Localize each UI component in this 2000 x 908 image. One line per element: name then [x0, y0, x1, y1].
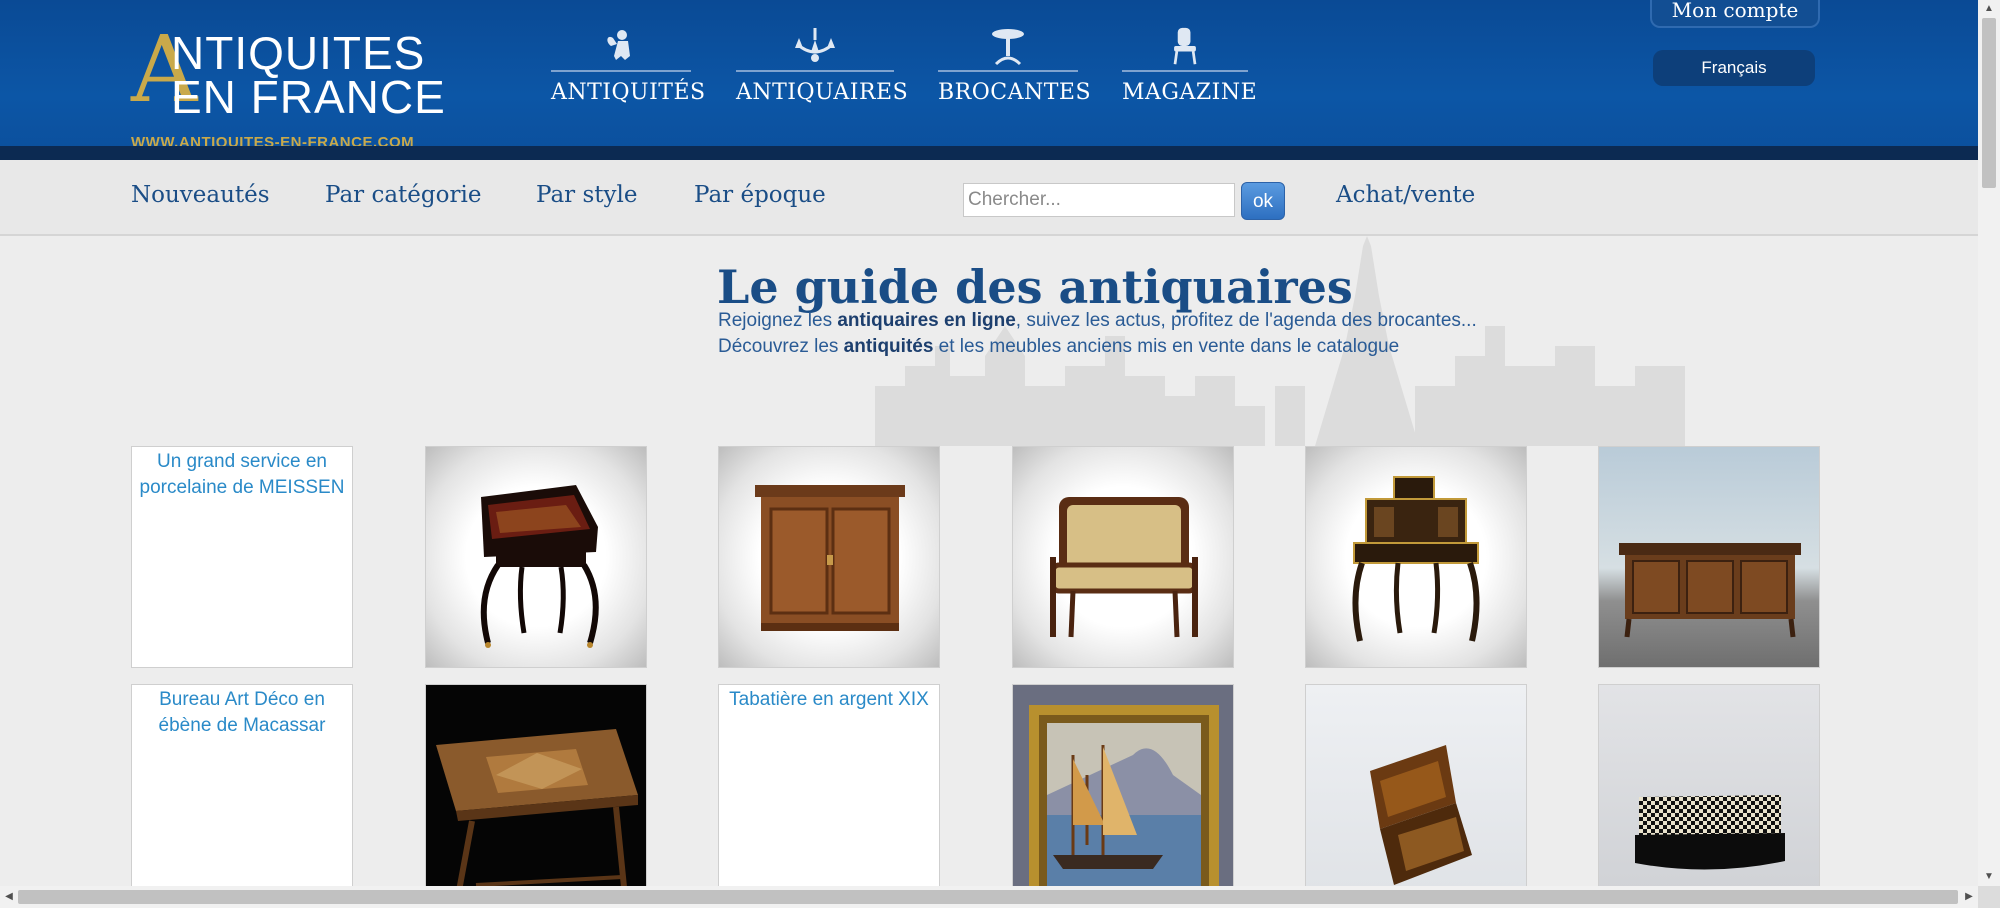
language-selector[interactable]: Français	[1653, 50, 1815, 86]
vertical-scroll-thumb[interactable]	[1982, 18, 1996, 188]
product-tile[interactable]	[1598, 446, 1820, 668]
product-tile[interactable]	[1012, 684, 1234, 886]
subnav-achat-vente[interactable]: Achat/vente	[1336, 182, 1475, 208]
product-tile[interactable]	[1012, 446, 1234, 668]
hero-text: Découvrez les	[718, 336, 844, 357]
page-title: Le guide des antiquaires	[717, 260, 1353, 314]
harbour-painting-image	[1029, 705, 1219, 886]
hero-line-2: Découvrez les antiquités et les meubles …	[718, 336, 1399, 358]
hero-text: Rejoignez les	[718, 310, 838, 331]
vertical-scrollbar[interactable]: ▲ ▼	[1978, 0, 2000, 886]
cherub-icon	[607, 30, 630, 60]
subnav-par-epoque[interactable]: Par époque	[694, 182, 826, 208]
tortoiseshell-box-image	[1370, 745, 1472, 885]
product-image-alt: Bureau Art Déco en ébène de Macassar	[158, 689, 326, 736]
nav-label: MAGAZINE	[1122, 80, 1258, 105]
nav-label: BROCANTES	[938, 80, 1092, 105]
site-logo[interactable]: A NTIQUITES EN FRANCE WWW.ANTIQUITES-EN-…	[131, 24, 451, 152]
product-tile[interactable]	[425, 684, 647, 886]
subnav-nouveautes[interactable]: Nouveautés	[131, 182, 270, 208]
nav-brocantes[interactable]: BROCANTES	[938, 26, 1092, 106]
scrollbar-corner	[1978, 886, 2000, 908]
nav-rule	[1122, 70, 1248, 72]
product-image-alt: Tabatière en argent XIX	[729, 689, 929, 710]
account-button[interactable]: Mon compte	[1650, 0, 1820, 28]
nav-label: ANTIQUAIRES	[736, 80, 909, 105]
hero-text: et les meubles anciens mis en vente dans…	[933, 336, 1400, 357]
search-button[interactable]: ok	[1241, 182, 1285, 220]
hero-line-1: Rejoignez les antiquaires en ligne, suiv…	[718, 310, 1477, 332]
product-tile[interactable]	[1598, 684, 1820, 886]
scroll-down-icon[interactable]: ▼	[1978, 868, 2000, 886]
product-tile[interactable]	[718, 446, 940, 668]
bonheur-du-jour-image	[1352, 476, 1480, 642]
lady-desk-image	[480, 485, 599, 648]
nav-rule	[551, 70, 691, 72]
chandelier-icon	[795, 28, 835, 62]
logo-line-2: EN FRANCE	[171, 71, 446, 123]
scroll-right-icon[interactable]: ▶	[1960, 886, 1978, 908]
nav-rule	[736, 70, 894, 72]
horizontal-scroll-thumb[interactable]	[18, 890, 1958, 904]
product-tile[interactable]	[425, 446, 647, 668]
product-tile[interactable]: Tabatière en argent XIX	[718, 684, 940, 886]
checkered-box-image	[1635, 795, 1785, 870]
product-tile[interactable]	[1305, 446, 1527, 668]
header-stripe	[0, 146, 1978, 160]
nav-rule	[938, 70, 1078, 72]
sideboard-image	[1619, 543, 1801, 638]
chair-icon	[1173, 27, 1197, 65]
nav-label: ANTIQUITÉS	[551, 80, 706, 105]
scroll-left-icon[interactable]: ◀	[0, 886, 18, 908]
subnav-par-style[interactable]: Par style	[536, 182, 637, 208]
horizontal-scrollbar[interactable]: ◀ ▶	[0, 886, 1978, 908]
product-tile[interactable]	[1305, 684, 1527, 886]
product-tile[interactable]: Un grand service en porcelaine de MEISSE…	[131, 446, 353, 668]
nav-antiquites[interactable]: ANTIQUITÉS	[551, 26, 706, 106]
settee-image	[1050, 497, 1198, 638]
secondary-nav: Nouveautés Par catégorie Par style Par é…	[0, 160, 1978, 236]
scroll-up-icon[interactable]: ▲	[1978, 0, 2000, 18]
hero-link-antiquaires[interactable]: antiquaires en ligne	[837, 310, 1015, 331]
hero-text: , suivez les actus, profitez de l'agenda…	[1015, 310, 1477, 331]
site-header: A NTIQUITES EN FRANCE WWW.ANTIQUITES-EN-…	[0, 0, 1978, 160]
pedestal-table-icon	[992, 29, 1024, 66]
nav-antiquaires[interactable]: ANTIQUAIRES	[736, 26, 909, 106]
marquetry-table-image	[436, 729, 638, 886]
page-viewport: A NTIQUITES EN FRANCE WWW.ANTIQUITES-EN-…	[0, 0, 1978, 886]
walnut-cabinet-image	[755, 485, 905, 631]
product-image-alt: Un grand service en porcelaine de MEISSE…	[139, 451, 345, 498]
subnav-par-categorie[interactable]: Par catégorie	[325, 182, 481, 208]
hero-link-antiquites[interactable]: antiquités	[844, 336, 934, 357]
nav-magazine[interactable]: MAGAZINE	[1122, 26, 1258, 106]
search-input[interactable]	[963, 183, 1235, 217]
product-tile[interactable]: Bureau Art Déco en ébène de Macassar	[131, 684, 353, 886]
